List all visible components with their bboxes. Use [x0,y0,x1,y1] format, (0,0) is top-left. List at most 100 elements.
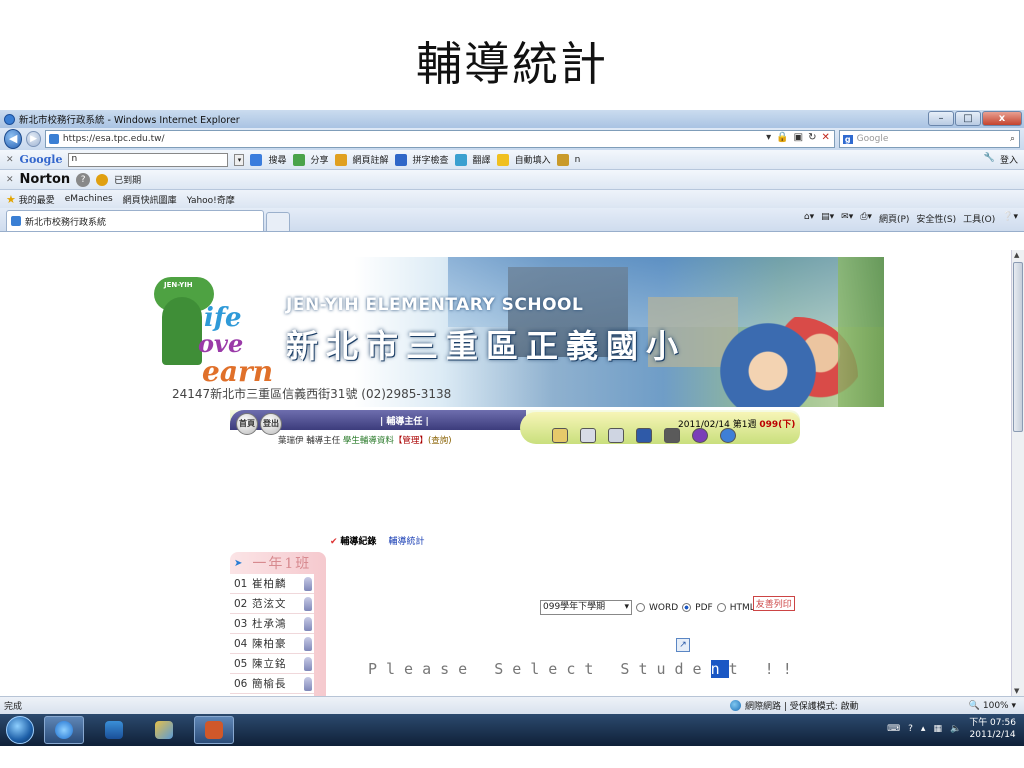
close-button[interactable]: x [982,111,1022,126]
tab-label: 新北市校務行政系統 [25,217,107,228]
tab-stats[interactable]: 輔導統計 [388,534,424,547]
start-button[interactable] [6,716,34,744]
taskbar-media[interactable] [94,716,134,744]
search-input[interactable]: g Google ⌕ [838,130,1020,148]
query-dropdown[interactable]: ▾ [234,153,245,166]
search-icon[interactable]: ⌕ [1010,134,1015,144]
person-icon [304,596,312,611]
gtb-spell[interactable]: 拼字檢查 [413,153,449,166]
favorites-button[interactable]: ★ 我的最愛 [6,193,55,206]
refresh-icon[interactable]: ↻ [808,132,816,143]
vertical-scrollbar[interactable]: ▲ ▼ [1011,250,1024,696]
maximize-button[interactable]: □ [955,111,981,126]
url-field[interactable]: https://esa.tpc.edu.tw/ ▾ 🔒 ▣ ↻ ✕ [44,130,835,148]
gtb-user[interactable]: n [575,155,581,165]
search-go-icon[interactable] [250,153,263,166]
query-link[interactable]: (查詢) [428,436,452,446]
network-icon[interactable]: ▦ [933,724,942,734]
wrench-icon[interactable]: 🔧 [984,153,995,166]
student-row[interactable]: 01 崔柏麟 [230,574,314,594]
command-bar: ⌂▾ ▤▾ ✉▾ ⎙▾ 網頁(P) 安全性(S) 工具(O) ❔▾ [804,212,1018,225]
taskbar-paint[interactable] [144,716,184,744]
help-circle-icon[interactable] [720,428,736,443]
clock[interactable]: 下午 07:56 2011/2/14 [969,717,1016,741]
zoom-level[interactable]: 🔍 100% ▾ [969,701,1016,711]
info-icon[interactable] [692,428,708,443]
home-icon[interactable]: ⌂▾ [804,212,814,225]
dropdown-icon[interactable]: ▾ [766,132,771,143]
class-header[interactable]: ➤ 一年1班 [230,552,326,574]
volume-icon[interactable]: 🔈 [950,724,961,734]
radio-html[interactable] [716,603,726,612]
norton-brand[interactable]: Norton [20,172,71,187]
help-tray-icon[interactable]: ? [908,724,913,734]
menu-safety[interactable]: 安全性(S) [916,212,956,225]
gtb-translate[interactable]: 翻譯 [473,153,491,166]
gtb-annotate[interactable]: 網頁註解 [353,153,389,166]
google-query-input[interactable]: n [68,152,229,167]
menu-tools[interactable]: 工具(O) [963,212,995,225]
taskbar-ie[interactable] [44,716,84,744]
norton-expired[interactable]: 已到期 [114,173,141,186]
security-zone[interactable]: 網際網路 | 受保護模式: 啟動 [730,699,859,712]
keyboard-icon[interactable]: ⌨ [887,724,900,734]
print-icon[interactable]: ⎙▾ [860,212,872,225]
student-data-link[interactable]: 學生輔導資料 [343,436,394,446]
back-button[interactable]: ◀ [4,129,23,149]
taskbar-powerpoint[interactable] [194,716,234,744]
fav-emachines[interactable]: eMachines [65,194,113,204]
message-part-1: Please Select Stude [368,660,711,678]
minimize-button[interactable]: – [928,111,954,126]
expand-icon[interactable]: ↗ [676,638,690,652]
scroll-down-icon[interactable]: ▼ [1014,687,1019,695]
forward-button[interactable]: ▶ [26,131,41,147]
logout-button[interactable]: 登出 [260,413,282,435]
show-hidden-icon[interactable]: ▴ [921,724,926,734]
stop-icon[interactable]: ✕ [822,132,830,143]
book-icon[interactable] [636,428,652,443]
menu-page[interactable]: 網頁(P) [879,212,909,225]
tools-icon[interactable] [552,428,568,443]
gtb-autofill[interactable]: 自動填入 [515,153,551,166]
google-toolbar: ✕ Google n ▾ 搜尋 分享 網頁註解 拼字檢查 翻譯 自動填入 n 🔧… [0,150,1024,170]
manage-link[interactable]: 【管理】 [394,436,428,446]
student-row[interactable]: 05 陳立銘 [230,654,314,674]
feeds-icon[interactable]: ▤▾ [821,212,834,225]
tab-active[interactable]: 新北市校務行政系統 [6,210,264,231]
tab-icon [11,216,21,226]
home-button[interactable]: 首頁 [236,413,258,435]
close-toolbar-icon[interactable]: ✕ [6,155,14,165]
annotate-icon [334,153,347,166]
google-icon: g [842,134,853,144]
tab-records[interactable]: ✔ 輔導紀錄 [330,534,376,547]
compat-icon[interactable]: ▣ [794,132,803,143]
fav-webslice[interactable]: 網頁快訊圖庫 [123,193,177,206]
student-row[interactable]: 03 杜承鴻 [230,614,314,634]
student-row[interactable]: 04 陳柏豪 [230,634,314,654]
class-name: 一年1班 [252,556,312,572]
scroll-thumb[interactable] [1013,262,1023,432]
new-tab-button[interactable] [266,212,290,231]
clipboard-icon[interactable] [608,428,624,443]
logo-word-learn: earn [202,355,274,388]
semester-select[interactable]: 099學年下學期 [540,600,632,615]
help-menu-icon[interactable]: ❔▾ [1002,212,1018,225]
radio-word[interactable] [636,603,645,612]
document-icon[interactable] [580,428,596,443]
label-word: WORD [649,602,679,613]
student-row[interactable]: 06 簡榆長 [230,674,314,694]
scroll-up-icon[interactable]: ▲ [1014,251,1019,259]
lock-icon[interactable]: 🔒 [776,132,788,143]
help-icon[interactable]: ? [76,172,91,187]
gtb-search[interactable]: 搜尋 [268,153,286,166]
friendly-print-button[interactable]: 友善列印 [752,596,795,611]
fav-yahoo[interactable]: Yahoo!奇摩 [187,193,235,206]
taskbar: ⌨ ? ▴ ▦ 🔈 下午 07:56 2011/2/14 [0,714,1024,746]
signin-link[interactable]: 登入 [1000,153,1018,166]
radio-pdf[interactable] [682,603,692,612]
close-norton-icon[interactable]: ✕ [6,175,14,185]
mail-icon[interactable]: ✉▾ [841,212,853,225]
gtb-share[interactable]: 分享 [311,153,329,166]
cap-icon[interactable] [664,428,680,443]
student-row[interactable]: 02 范泫文 [230,594,314,614]
